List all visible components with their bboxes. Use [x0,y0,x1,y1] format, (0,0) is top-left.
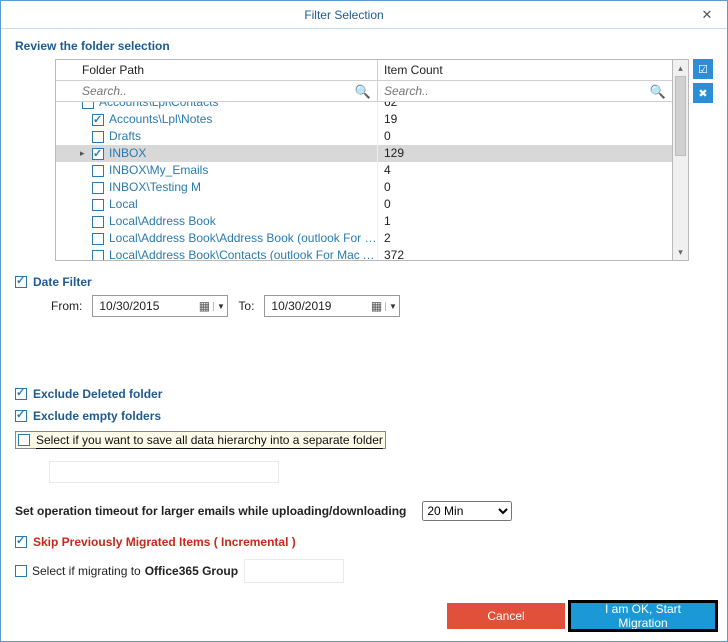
deselect-all-button[interactable]: ✖ [693,83,713,103]
window-title: Filter Selection [1,8,687,22]
cancel-button[interactable]: Cancel [447,603,565,629]
row-label: Local\Address Book [109,213,216,230]
search-path-input[interactable] [76,81,377,101]
row-checkbox[interactable] [92,250,104,261]
folder-grid: Folder Path Item Count 🔍 🔍 A [55,59,673,261]
table-row[interactable]: Local 0 [56,196,672,213]
from-label: From: [51,299,82,313]
hierarchy-folder-input[interactable] [49,461,279,483]
office365-group-checkbox[interactable] [15,565,27,577]
search-count-input[interactable] [378,81,672,101]
row-checkbox[interactable] [92,199,104,211]
row-label: INBOX\Testing M [109,179,201,196]
exclude-empty-checkbox[interactable] [15,410,27,422]
col-header-count[interactable]: Item Count [378,60,672,81]
office365-group-bold: Office365 Group [145,564,238,578]
calendar-icon[interactable]: ▦ [195,299,213,313]
row-count: 0 [378,128,672,145]
table-row[interactable]: Local\Address Book\Contacts (outlook For… [56,247,672,260]
timeout-label: Set operation timeout for larger emails … [15,504,406,518]
table-row[interactable]: INBOX\Testing M 0 [56,179,672,196]
row-label: Local [109,196,138,213]
row-count: 129 [378,145,672,162]
to-date-picker[interactable]: 10/30/2019 ▦ ▼ [264,295,400,317]
row-count: 1 [378,213,672,230]
date-filter-label: Date Filter [33,275,92,289]
table-row[interactable]: Local\Address Book\Address Book (outlook… [56,230,672,247]
row-checkbox[interactable] [82,102,94,109]
scroll-thumb[interactable] [675,76,686,156]
table-row[interactable]: Drafts 0 [56,128,672,145]
from-date-picker[interactable]: 10/30/2015 ▦ ▼ [92,295,228,317]
table-row[interactable]: Local\Address Book 1 [56,213,672,230]
grid-body[interactable]: Accounts\Lpl\Contacts62Accounts\Lpl\Note… [56,102,672,260]
skip-migrated-checkbox[interactable] [15,536,27,548]
date-filter-checkbox[interactable] [15,276,27,288]
start-migration-button[interactable]: I am OK, Start Migration [571,603,715,629]
row-label: Drafts [109,128,141,145]
row-checkbox[interactable] [92,182,104,194]
exclude-deleted-label: Exclude Deleted folder [33,387,162,401]
chevron-down-icon[interactable]: ▼ [213,302,227,311]
col-header-path[interactable]: Folder Path [76,60,378,81]
row-count: 0 [378,196,672,213]
save-hierarchy-label: Select if you want to save all data hier… [36,433,383,447]
chevron-down-icon[interactable]: ▼ [385,302,399,311]
row-label: INBOX [109,145,146,162]
close-button[interactable]: ✕ [687,1,727,28]
row-checkbox[interactable] [92,165,104,177]
row-count: 0 [378,179,672,196]
row-count: 19 [378,111,672,128]
row-count: 2 [378,230,672,247]
row-label: Local\Address Book\Contacts (outlook For… [109,247,377,260]
office365-group-prefix: Select if migrating to [32,564,141,578]
row-checkbox[interactable] [92,148,104,160]
row-checkbox[interactable] [92,216,104,228]
table-row[interactable]: Accounts\Lpl\Notes 19 [56,111,672,128]
row-checkbox[interactable] [92,233,104,245]
row-label: Local\Address Book\Address Book (outlook… [109,230,377,247]
select-all-button[interactable]: ☑ [693,59,713,79]
review-heading: Review the folder selection [15,39,713,53]
row-label: Accounts\Lpl\Notes [109,111,212,128]
scroll-down-icon[interactable]: ▾ [673,244,688,260]
exclude-empty-label: Exclude empty folders [33,409,161,423]
row-count: 372 [378,247,672,260]
calendar-icon[interactable]: ▦ [367,299,385,313]
timeout-select[interactable]: 20 Min [422,501,512,521]
row-checkbox[interactable] [92,114,104,126]
row-checkbox[interactable] [92,131,104,143]
grid-scrollbar[interactable]: ▴ ▾ [673,59,689,261]
row-count: 62 [378,102,672,111]
filter-selection-window: Filter Selection ✕ Review the folder sel… [0,0,728,642]
exclude-deleted-checkbox[interactable] [15,388,27,400]
scroll-up-icon[interactable]: ▴ [673,60,688,76]
row-label: INBOX\My_Emails [109,162,208,179]
skip-migrated-label: Skip Previously Migrated Items ( Increme… [33,535,296,549]
save-hierarchy-checkbox[interactable] [18,434,30,446]
table-row[interactable]: INBOX\My_Emails 4 [56,162,672,179]
expand-caret-icon[interactable]: ▸ [80,145,85,162]
titlebar: Filter Selection ✕ [1,1,727,29]
table-row[interactable]: Accounts\Lpl\Contacts 62 [56,102,672,111]
row-count: 4 [378,162,672,179]
table-row[interactable]: ▸ INBOX 129 [56,145,672,162]
content: Review the folder selection Folder Path … [1,29,727,641]
office365-group-input[interactable] [244,559,344,583]
row-label: Accounts\Lpl\Contacts [99,102,218,111]
to-label: To: [238,299,254,313]
